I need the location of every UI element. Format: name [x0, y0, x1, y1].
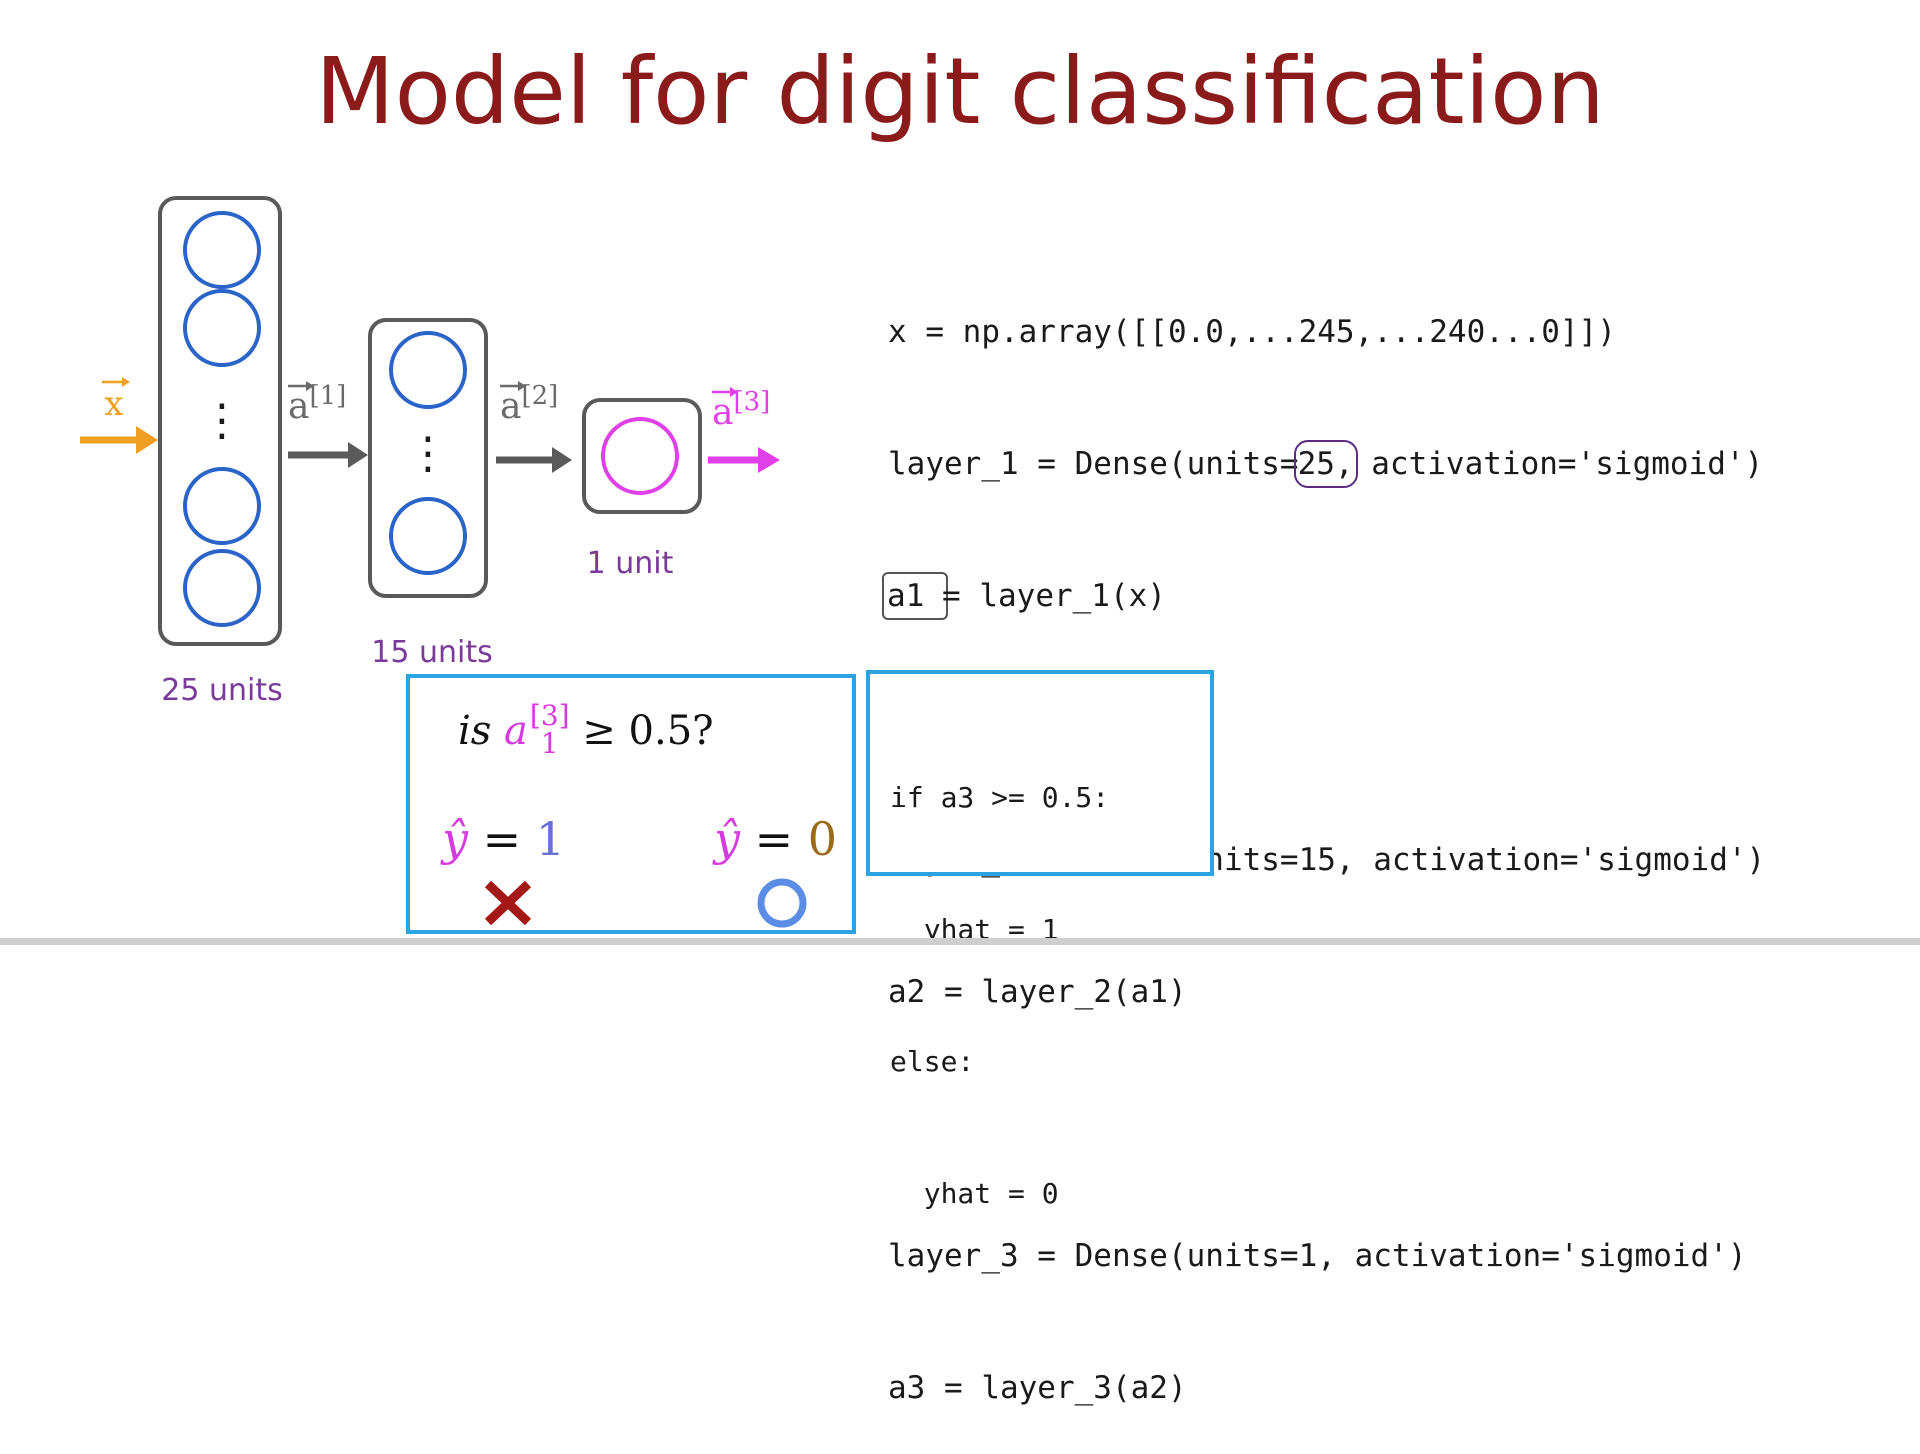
bottom-strip — [0, 938, 1920, 945]
yhat-equals-one: ŷ = 1 — [442, 812, 566, 866]
layer-2-label: 15 units — [371, 635, 492, 670]
arrow-a1 — [288, 442, 368, 468]
input-label: x — [104, 384, 123, 424]
code-line-x: x = np.array([[0.0,...245,...240...0]]) — [888, 314, 1616, 350]
units-highlight-circle: 25, — [1293, 440, 1358, 488]
circle-icon — [757, 878, 807, 928]
layer-3-label: 1 unit — [587, 546, 674, 581]
yhat-equals-zero: ŷ = 0 — [714, 812, 838, 866]
output-arrow — [708, 447, 780, 473]
threshold-code-box: if a3 >= 0.5: yhat = 1 else: yhat = 0 — [866, 670, 1214, 1210]
code-line-a3: a3 = layer_3(a2) — [888, 1370, 1187, 1406]
threshold-code: if a3 >= 0.5: yhat = 1 else: yhat = 0 — [890, 688, 1109, 1304]
arrow-a2 — [496, 447, 572, 473]
input-arrow — [80, 426, 158, 454]
cross-icon — [484, 880, 532, 926]
threshold-question: is a[3] 1 ≥ 0.5? — [458, 699, 714, 760]
layer-1-label: 25 units — [161, 673, 282, 708]
code-line-a1: a1 = layer_1(x) — [882, 572, 1765, 620]
code-else-line: else: — [890, 1045, 975, 1078]
arrow-a2-label: a[2] — [500, 381, 558, 427]
layer-2-ellipsis: ⋮ — [406, 428, 450, 479]
output-label: a[3] — [712, 387, 770, 433]
code-line-layer-1: layer_1 = Dense(units=25, activation='si… — [888, 440, 1765, 488]
layer-1-ellipsis: ⋮ — [200, 395, 244, 446]
a1-highlight-box: a1 — [882, 572, 948, 620]
code-yhat-zero-line: yhat = 0 — [890, 1177, 1059, 1210]
code-yhat-one-line: yhat = 1 — [890, 913, 1059, 946]
code-if-line: if a3 >= 0.5: — [890, 781, 1110, 814]
decision-box: is a[3] 1 ≥ 0.5? ŷ = 1 ŷ = 0 — [406, 674, 856, 934]
arrow-a1-label: a[1] — [288, 381, 346, 427]
